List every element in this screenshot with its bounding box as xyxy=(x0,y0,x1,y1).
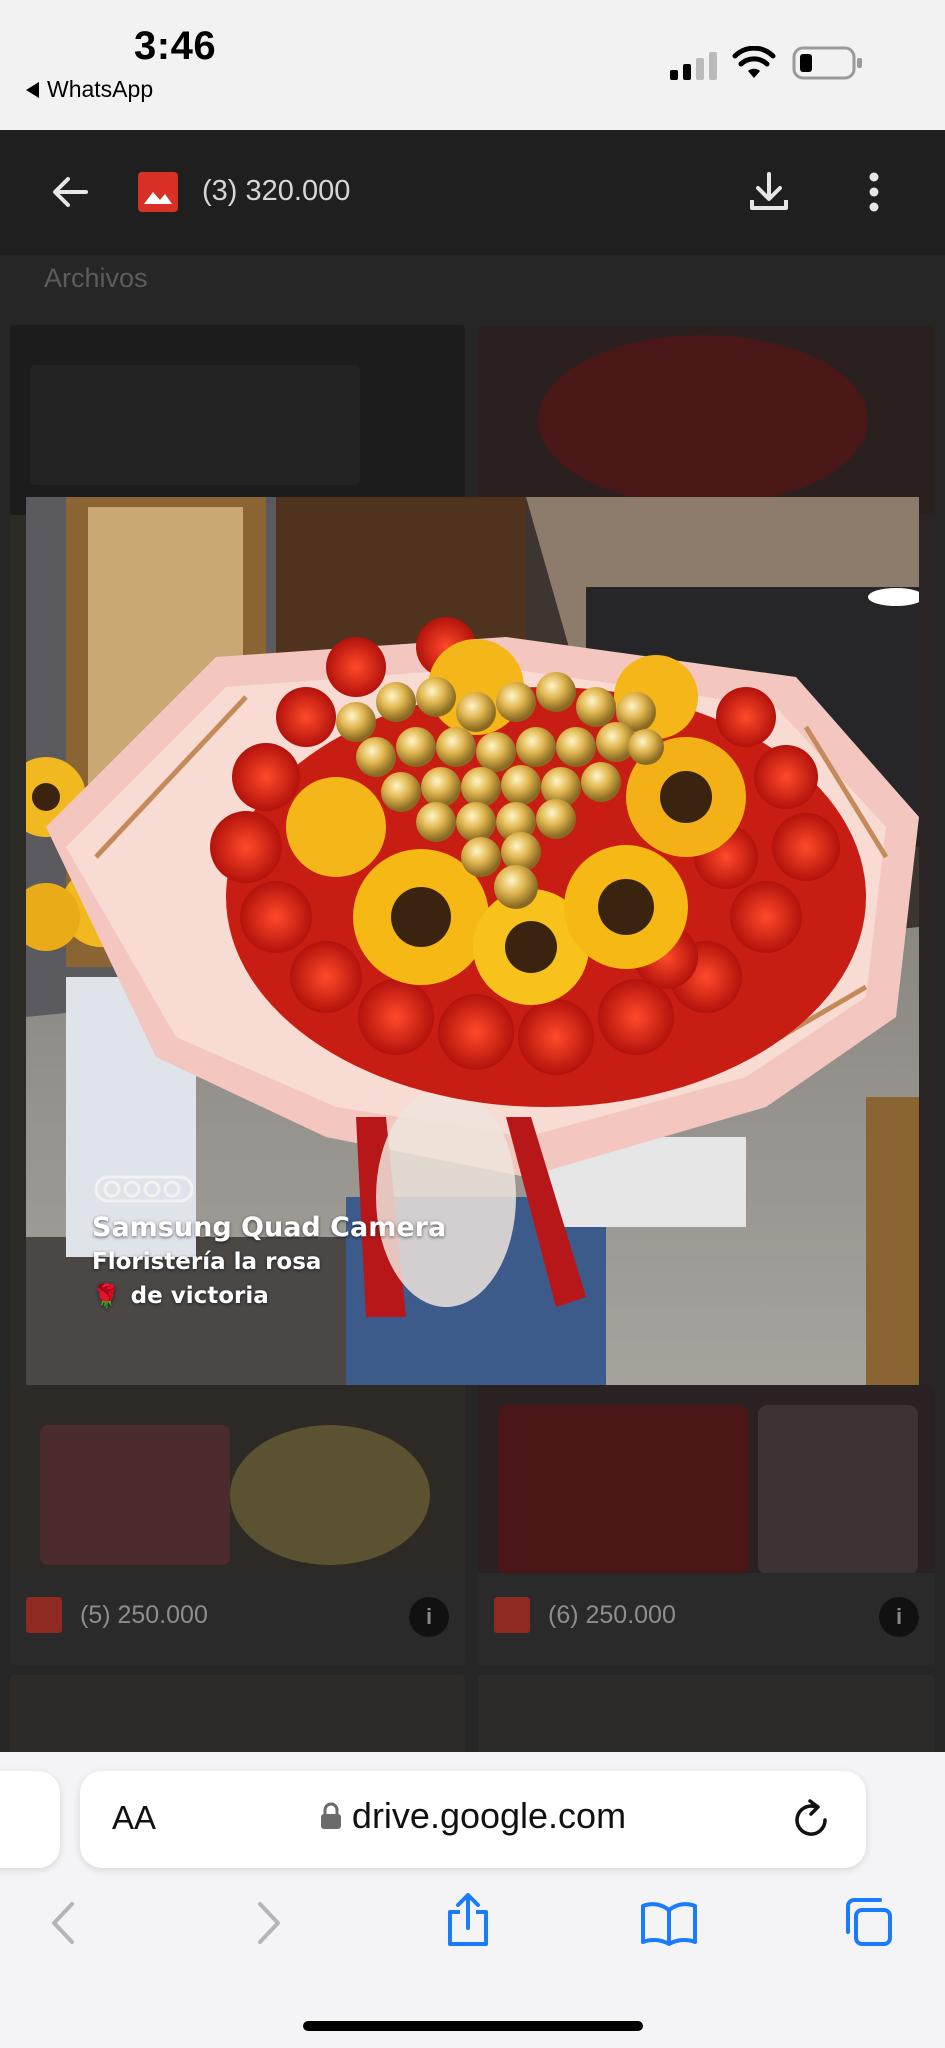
watermark-shop-name: Floristería la rosa xyxy=(92,1249,322,1275)
file-tile[interactable] xyxy=(10,1675,465,1752)
file-title: (3) 320.000 xyxy=(202,175,351,207)
back-app-label: WhatsApp xyxy=(47,76,154,102)
tile-thumbnail xyxy=(498,1405,748,1575)
file-caption: (6) 250.000 i xyxy=(478,1573,935,1665)
image-file-icon xyxy=(26,1597,62,1633)
file-tile[interactable]: (5) 250.000 i xyxy=(10,1385,465,1665)
url-text: drive.google.com xyxy=(351,1795,627,1836)
info-icon[interactable]: i xyxy=(409,1597,449,1637)
back-triangle-icon xyxy=(26,81,39,98)
rose-emoji: 🌹 xyxy=(92,1284,121,1310)
drive-viewer-toolbar: (3) 320.000 xyxy=(0,130,945,255)
lock-icon xyxy=(320,1802,341,1829)
forward-chevron-icon[interactable] xyxy=(254,1900,284,1946)
watermark-shop-name-line2: 🌹 de victoria xyxy=(92,1283,269,1310)
tile-thumbnail xyxy=(230,1425,430,1565)
file-name: (5) 250.000 xyxy=(80,1601,208,1629)
image-file-icon xyxy=(494,1597,530,1633)
tile-thumbnail xyxy=(758,1405,918,1575)
file-tile[interactable] xyxy=(10,325,465,515)
battery-icon xyxy=(792,46,862,80)
back-arrow-icon[interactable] xyxy=(50,172,90,212)
more-options-icon[interactable] xyxy=(862,170,886,214)
file-name: (6) 250.000 xyxy=(548,1601,676,1629)
tabs-icon[interactable] xyxy=(842,1896,894,1948)
file-caption: (5) 250.000 i xyxy=(10,1573,465,1665)
previous-tab-preview[interactable] xyxy=(0,1771,60,1868)
download-icon[interactable] xyxy=(748,170,790,214)
photo-preview[interactable]: Samsung Quad Camera Floristería la rosa … xyxy=(26,497,919,1385)
wifi-icon xyxy=(732,46,776,78)
status-bar: 3:46 WhatsApp xyxy=(0,0,945,130)
file-tile[interactable] xyxy=(478,1675,935,1752)
url-display[interactable]: drive.google.com xyxy=(80,1795,866,1837)
watermark-shop-suffix: de victoria xyxy=(130,1283,269,1309)
tile-thumbnail xyxy=(538,335,868,505)
file-tile[interactable] xyxy=(478,325,935,515)
section-label: Archivos xyxy=(44,263,148,293)
cellular-signal-icon xyxy=(670,52,717,80)
bookmarks-icon[interactable] xyxy=(640,1900,698,1946)
image-file-icon xyxy=(138,172,178,212)
watermark-title: Samsung Quad Camera xyxy=(92,1212,447,1243)
safari-bottom-bar: AA drive.google.com xyxy=(0,1752,945,2048)
file-tile[interactable]: (6) 250.000 i xyxy=(478,1385,935,1665)
tile-thumbnail xyxy=(30,365,360,485)
info-icon[interactable]: i xyxy=(879,1597,919,1637)
reload-icon[interactable] xyxy=(792,1798,832,1840)
back-chevron-icon[interactable] xyxy=(48,1900,78,1946)
home-indicator xyxy=(303,2021,643,2031)
clock: 3:46 xyxy=(134,24,217,68)
back-to-app-link[interactable]: WhatsApp xyxy=(26,76,153,103)
tile-thumbnail xyxy=(40,1425,230,1565)
address-bar[interactable]: AA drive.google.com xyxy=(80,1771,866,1868)
share-icon[interactable] xyxy=(444,1892,492,1948)
